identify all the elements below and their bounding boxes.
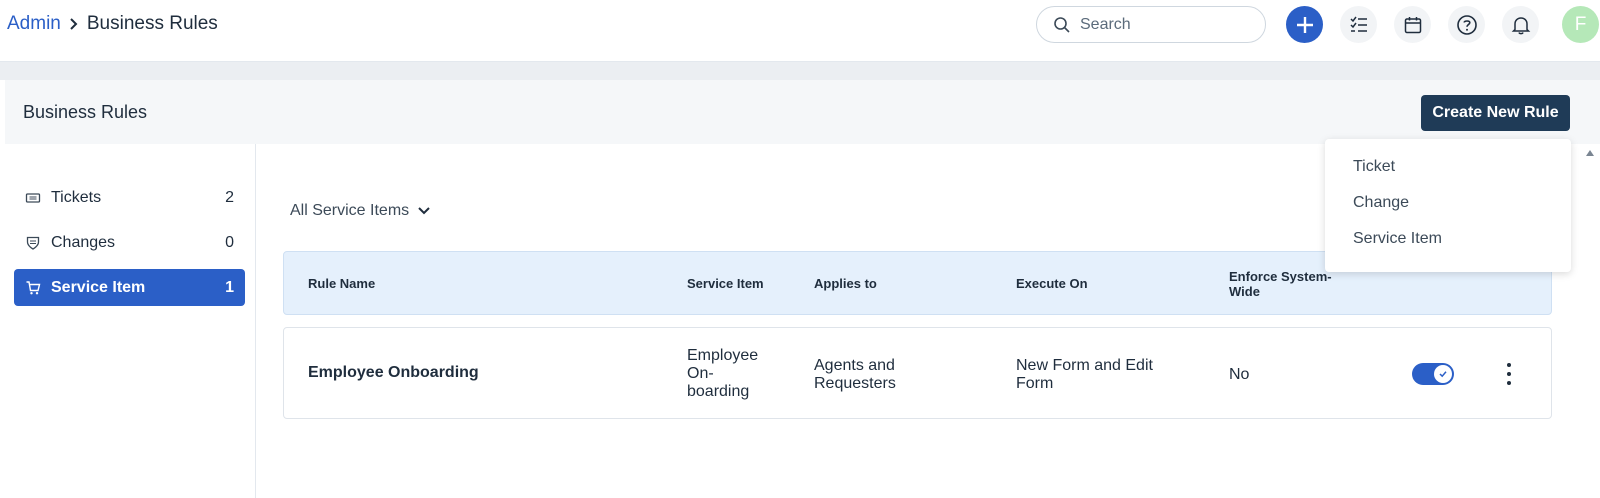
sidebar-item-count: 1 xyxy=(225,278,234,296)
calendar-icon xyxy=(1404,16,1421,33)
breadcrumb-admin-link[interactable]: Admin xyxy=(7,13,61,35)
kebab-dot xyxy=(1507,372,1511,376)
plus-icon xyxy=(1296,16,1313,33)
search-box[interactable] xyxy=(1036,6,1266,43)
rule-name-cell[interactable]: Employee Onboarding xyxy=(308,364,479,382)
page-title: Business Rules xyxy=(23,102,148,122)
create-new-rule-button[interactable]: Create New Rule xyxy=(1421,95,1570,131)
menu-item-ticket[interactable]: Ticket xyxy=(1353,158,1395,176)
column-header-enforce: Enforce System-Wide xyxy=(1229,269,1332,299)
calendar-button[interactable] xyxy=(1394,6,1431,43)
search-input[interactable] xyxy=(1080,15,1250,34)
checklist-icon xyxy=(1349,16,1367,32)
toggle-knob xyxy=(1434,365,1452,383)
todo-button[interactable] xyxy=(1340,6,1377,43)
breadcrumb-current: Business Rules xyxy=(86,13,218,34)
table-row[interactable]: Employee Onboarding Employee On-boarding… xyxy=(283,327,1552,419)
enforce-cell: No xyxy=(1229,366,1250,383)
ticket-icon xyxy=(25,192,41,203)
chevron-right-icon xyxy=(69,17,79,31)
rule-category-sidebar: Tickets 2 Changes 0 Service Item 1 xyxy=(5,144,256,498)
create-rule-menu: Ticket Change Service Item xyxy=(1325,139,1571,272)
filter-label: All Service Items xyxy=(290,202,410,219)
scroll-up-arrow[interactable] xyxy=(1586,150,1594,156)
more-options-icon[interactable] xyxy=(1499,361,1519,387)
applies-to-cell: Agents and Requesters xyxy=(814,357,896,392)
help-icon xyxy=(1456,14,1477,35)
help-button[interactable] xyxy=(1448,6,1485,43)
check-icon xyxy=(1439,371,1447,378)
execute-on-cell: New Form and Edit Form xyxy=(1016,357,1153,392)
menu-item-service-item[interactable]: Service Item xyxy=(1353,230,1442,248)
header-separator xyxy=(0,62,1600,80)
user-avatar[interactable]: F xyxy=(1562,6,1599,43)
sidebar-item-count: 2 xyxy=(225,188,234,206)
kebab-dot xyxy=(1507,363,1511,367)
column-header-rule-name: Rule Name xyxy=(308,276,376,291)
search-icon xyxy=(1054,16,1070,33)
cart-icon xyxy=(26,280,41,294)
breadcrumb: Admin Business Rules xyxy=(7,13,218,35)
change-icon xyxy=(26,236,40,250)
kebab-dot xyxy=(1507,381,1511,385)
sidebar-item-changes[interactable]: Changes 0 xyxy=(14,224,245,261)
notifications-button[interactable] xyxy=(1502,6,1539,43)
service-item-cell: Employee On-boarding xyxy=(687,347,759,400)
column-header-service-item: Service Item xyxy=(687,276,764,291)
sidebar-item-label: Changes xyxy=(51,233,116,251)
menu-item-change[interactable]: Change xyxy=(1353,194,1409,212)
rule-enabled-toggle[interactable] xyxy=(1412,363,1454,385)
page-header: Business Rules Create New Rule xyxy=(5,80,1600,144)
column-header-execute-on: Execute On xyxy=(1016,276,1088,291)
column-header-applies-to: Applies to xyxy=(814,276,877,291)
chevron-down-icon xyxy=(418,207,430,215)
sidebar-item-count: 0 xyxy=(225,233,234,251)
service-item-filter[interactable]: All Service Items xyxy=(290,202,431,220)
sidebar-item-label: Tickets xyxy=(51,188,102,206)
bell-icon xyxy=(1511,16,1530,34)
top-bar: Admin Business Rules Search F xyxy=(0,0,1600,62)
sidebar-item-label: Service Item xyxy=(51,278,146,296)
sidebar-item-tickets[interactable]: Tickets 2 xyxy=(14,179,245,216)
new-item-button[interactable] xyxy=(1286,6,1323,43)
sidebar-item-service-item[interactable]: Service Item 1 xyxy=(14,269,245,306)
